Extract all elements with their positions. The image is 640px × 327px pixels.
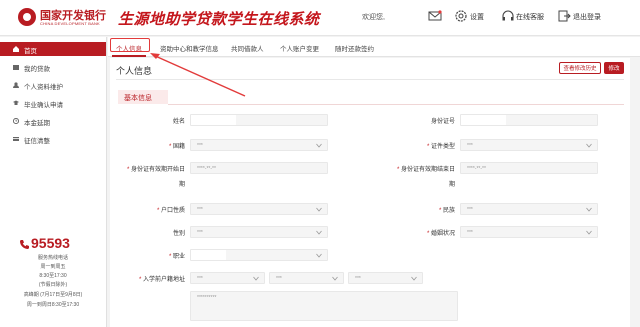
chevron-down-icon xyxy=(316,207,322,212)
gear-icon[interactable] xyxy=(454,9,468,23)
support-line: 服务热线电话 xyxy=(37,255,68,261)
occupation-label: * 职业 xyxy=(168,254,185,260)
name-label: 姓名 xyxy=(172,119,185,125)
home-icon xyxy=(13,46,19,52)
sidebar-item-label: 我的贷款 xyxy=(24,66,50,73)
support-line: 周一到周日8:30至17:30 xyxy=(26,302,80,308)
chevron-down-icon xyxy=(586,207,592,212)
marital-label: * 婚姻状况 xyxy=(426,231,455,237)
id-start-label: * 身份证有效期开始日 xyxy=(126,167,185,173)
tab-funding-center[interactable]: 资助中心和教学信息 xyxy=(160,43,219,53)
bank-name-en: CHINA DEVELOPMENT BANK xyxy=(40,21,100,26)
gender-select[interactable]: *** xyxy=(190,226,328,238)
user-icon xyxy=(13,82,19,88)
name-redaction xyxy=(191,115,236,125)
online-service-link[interactable]: 在线客服 xyxy=(516,12,544,22)
sidebar-item-my-loans[interactable]: 我的贷款 xyxy=(0,60,106,74)
clock-icon xyxy=(13,118,19,124)
nationality-label: * 国籍 xyxy=(168,144,185,150)
sidebar: 首页 我的贷款 个人资料维护 毕业确认申请 本金延期 征信清整 95593 服务… xyxy=(0,37,107,327)
hotline-number: 95593 xyxy=(31,235,70,251)
system-title: 生源地助学贷款学生在线系统 xyxy=(118,11,320,28)
sidebar-item-label: 本金延期 xyxy=(24,120,50,127)
cert-type-label: * 证件类型 xyxy=(426,144,455,150)
hukou-label: * 户口性质 xyxy=(156,208,185,214)
bank-logo: 国家开发银行 CHINA DEVELOPMENT BANK xyxy=(18,7,108,29)
card-icon xyxy=(13,137,19,141)
chevron-down-icon xyxy=(316,230,322,235)
phone-icon xyxy=(19,240,29,250)
tab-account-change[interactable]: 个人账户变更 xyxy=(280,43,319,53)
tab-co-borrower[interactable]: 共同借款人 xyxy=(231,43,264,53)
support-line: 高峰期 (7月17日至9月8日) xyxy=(23,292,83,298)
marital-select[interactable]: *** xyxy=(460,226,598,238)
id-end-label: * 身份证有效期结束日 xyxy=(396,167,455,173)
sidebar-item-home[interactable]: 首页 xyxy=(0,42,106,56)
sidebar-item-profile[interactable]: 个人资料维护 xyxy=(0,78,106,92)
welcome-text: 欢迎您, xyxy=(362,14,385,21)
modify-history-button[interactable]: 查看修改历史 xyxy=(559,62,601,74)
hukou-select[interactable]: *** xyxy=(190,203,328,215)
chevron-down-icon xyxy=(586,143,592,148)
address-label: * 入学前户籍地址 xyxy=(138,277,185,283)
support-line: (节假日除外) xyxy=(38,282,68,288)
id-redaction xyxy=(461,115,506,125)
district-select[interactable]: *** xyxy=(348,272,423,284)
sidebar-item-credit[interactable]: 征信清整 xyxy=(0,132,106,146)
cert-type-select[interactable]: *** xyxy=(460,139,598,151)
id-number-label: 身份证号 xyxy=(430,119,455,125)
divider xyxy=(116,79,624,80)
section-divider xyxy=(168,104,624,105)
chevron-down-icon xyxy=(586,230,592,235)
tab-highlight-box xyxy=(110,38,150,52)
main-content: 个人信息 查看修改历史 修改 基本信息 姓名 身份证号 * 国籍 *** * 证… xyxy=(110,58,630,327)
logout-link[interactable]: 退出登录 xyxy=(573,12,601,22)
wallet-icon xyxy=(13,65,19,70)
sidebar-item-extension[interactable]: 本金延期 xyxy=(0,114,106,128)
settings-link[interactable]: 设置 xyxy=(470,12,484,22)
sidebar-item-label: 个人资料维护 xyxy=(24,84,63,91)
ethnicity-label: * 民族 xyxy=(438,208,455,214)
sidebar-item-graduation[interactable]: 毕业确认申请 xyxy=(0,96,106,110)
tab-bar: 个人信息 资助中心和教学信息 共同借款人 个人账户变更 随时还款签约 xyxy=(108,37,640,57)
chevron-down-icon xyxy=(332,276,338,281)
city-select[interactable]: *** xyxy=(269,272,344,284)
tab-active-underline xyxy=(112,55,146,57)
edit-button[interactable]: 修改 xyxy=(604,62,624,74)
occupation-redaction xyxy=(191,250,226,260)
chevron-down-icon xyxy=(316,143,322,148)
name-field[interactable] xyxy=(190,114,328,126)
id-end-label-cont: 期 xyxy=(448,182,455,188)
id-number-field[interactable] xyxy=(460,114,598,126)
province-select[interactable]: *** xyxy=(190,272,265,284)
occupation-select[interactable] xyxy=(190,249,328,261)
id-start-label-cont: 期 xyxy=(178,182,185,188)
sidebar-item-label: 毕业确认申请 xyxy=(24,102,63,109)
graduation-icon xyxy=(13,100,19,105)
logout-icon[interactable] xyxy=(557,9,571,23)
gender-label: 性别 xyxy=(172,231,185,237)
tab-repayment-contract[interactable]: 随时还款签约 xyxy=(335,43,374,53)
id-end-date[interactable]: ****-**-** xyxy=(460,162,598,174)
bank-logo-mark xyxy=(18,8,36,26)
headset-icon[interactable] xyxy=(501,9,515,23)
mail-icon[interactable] xyxy=(428,9,442,23)
support-line: 8:30至17:30 xyxy=(39,273,67,279)
nationality-select[interactable]: *** xyxy=(190,139,328,151)
page-title: 个人信息 xyxy=(116,66,153,76)
chevron-down-icon xyxy=(411,276,417,281)
address-detail-textarea[interactable]: ********** xyxy=(190,291,458,321)
top-header: 国家开发银行 CHINA DEVELOPMENT BANK 生源地助学贷款学生在… xyxy=(0,0,640,36)
id-start-date[interactable]: ****-**-** xyxy=(190,162,328,174)
sidebar-item-label: 征信清整 xyxy=(24,138,50,145)
section-title: 基本信息 xyxy=(124,95,152,102)
section-header: 基本信息 xyxy=(118,90,168,104)
support-line: 周一到周五 xyxy=(40,264,66,270)
ethnicity-select[interactable]: *** xyxy=(460,203,598,215)
chevron-down-icon xyxy=(253,276,259,281)
chevron-down-icon xyxy=(316,253,322,258)
sidebar-item-label: 首页 xyxy=(24,48,37,55)
